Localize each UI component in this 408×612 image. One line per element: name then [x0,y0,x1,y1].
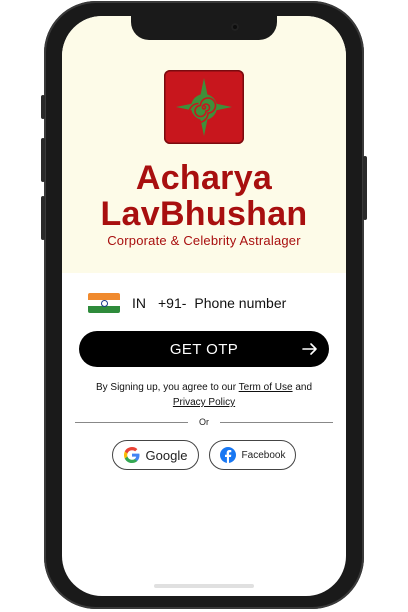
google-label: Google [145,447,188,463]
country-code[interactable]: IN [132,295,146,311]
terms-prefix: By Signing up, you agree to our [95,382,237,393]
side-button-left-3 [41,196,45,240]
terms-and: and [295,382,313,393]
side-button-left-1 [41,95,45,119]
phone-number-row: IN +91- [88,292,328,314]
notch [131,16,277,40]
facebook-icon [219,447,236,463]
google-icon [123,447,140,463]
terms-of-use-link[interactable]: Term of Use [239,382,293,393]
brand-name-line1: Acharya [135,159,273,197]
header-hero: Acharya LavBhushan Corporate & Celebrity… [62,16,346,273]
facebook-signin-button[interactable]: Facebook [209,440,296,470]
terms-text: By Signing up, you agree to our Term of … [62,380,346,410]
brand-name-line2: LavBhushan [100,195,308,233]
compass-spiral-icon [176,78,232,136]
dial-code: +91- [158,295,187,311]
arrow-right-icon [302,343,317,355]
facebook-label: Facebook [241,449,286,461]
side-button-left-2 [41,138,45,182]
divider-or-text: Or [188,416,220,428]
app-screen: Acharya LavBhushan Corporate & Celebrity… [62,16,346,596]
side-button-right [363,156,367,220]
india-flag-icon[interactable] [88,293,120,313]
google-signin-button[interactable]: Google [112,440,199,470]
brand-logo [164,70,244,144]
brand-tagline: Corporate & Celebrity Astralager [107,233,301,248]
front-camera [231,23,239,31]
phone-number-input[interactable] [194,295,315,311]
get-otp-button[interactable]: GET OTP [79,331,329,367]
get-otp-label: GET OTP [169,340,239,358]
privacy-policy-link[interactable]: Privacy Policy [173,397,235,408]
home-indicator[interactable] [154,584,254,588]
